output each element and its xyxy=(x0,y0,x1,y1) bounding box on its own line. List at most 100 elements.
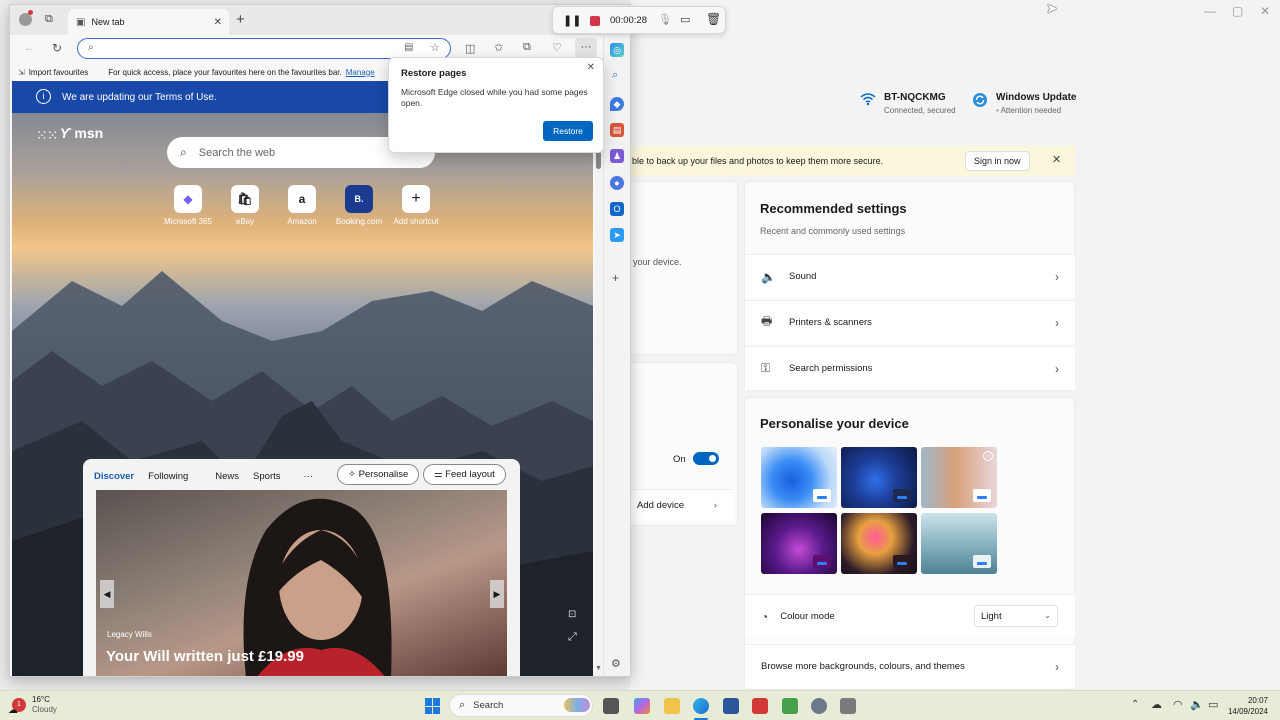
msn-logo[interactable]: ϒ msn xyxy=(60,125,103,141)
tab-actions-icon[interactable]: ⧉ xyxy=(45,13,53,26)
maximize-icon[interactable]: ▢ xyxy=(1232,4,1243,18)
favourite-star-icon[interactable]: ☆ xyxy=(430,41,440,54)
expand-icon[interactable]: ⤢ xyxy=(568,631,577,644)
onedrive-icon[interactable]: ☁ xyxy=(1151,698,1162,711)
theme-thumbnail-sunrise[interactable] xyxy=(921,513,997,574)
windows-update-status[interactable]: Windows Update • Attention needed xyxy=(972,92,1076,115)
screen-select-icon[interactable]: ▭ xyxy=(680,13,690,26)
tab-news[interactable]: News xyxy=(195,471,246,482)
stop-record-icon[interactable] xyxy=(590,16,600,26)
wifi-icon[interactable]: ◠ xyxy=(1173,698,1183,711)
weather-widget[interactable]: 1 ☁ 16°C Cloudy xyxy=(8,695,57,716)
delete-recording-icon[interactable]: 🗑 xyxy=(706,12,721,26)
favourites-icon[interactable]: ✩ xyxy=(494,41,503,54)
device-text-fragment: your device. xyxy=(633,257,682,267)
theme-thumbnail-windows-dark[interactable] xyxy=(841,447,917,508)
settings-gear-taskbar-icon[interactable] xyxy=(811,698,827,714)
add-sidebar-app-icon[interactable]: + xyxy=(612,271,619,285)
new-tab-plus-icon[interactable]: + xyxy=(236,11,245,28)
apps-grid-icon[interactable]: ⁙⁙ xyxy=(36,127,58,144)
collections-icon[interactable]: ⧉ xyxy=(523,41,531,54)
bluetooth-toggle[interactable] xyxy=(693,452,719,465)
minimize-icon[interactable]: — xyxy=(1204,4,1216,18)
recommended-item-sound[interactable]: 🔈 Sound › xyxy=(745,254,1075,298)
clock[interactable]: 20:07 14/09/2024 xyxy=(1218,696,1268,718)
split-screen-icon[interactable]: ◫ xyxy=(465,42,475,55)
reader-view-icon[interactable]: ▤ xyxy=(404,42,413,53)
colour-mode-dropdown[interactable]: Light ⌄ xyxy=(974,605,1058,627)
outlook-icon[interactable]: O xyxy=(610,202,624,216)
close-tab-icon[interactable]: ✕ xyxy=(214,17,222,28)
file-explorer-icon[interactable] xyxy=(664,698,680,714)
add-shortcut[interactable]: + Add shortcut xyxy=(386,185,446,226)
pause-icon[interactable]: ❚❚ xyxy=(563,14,581,27)
scroll-down-arrow-icon[interactable]: ▼ xyxy=(595,665,602,672)
theme-thumbnail-windows-light[interactable] xyxy=(761,447,837,508)
microsoft365-icon[interactable]: ● xyxy=(610,176,624,190)
sidebar-settings-gear-icon[interactable]: ⚙ xyxy=(611,657,621,670)
shortcut-amazon[interactable]: a Amazon xyxy=(272,185,332,226)
browser-essentials-icon[interactable]: ♡ xyxy=(552,41,562,54)
games-icon[interactable]: ♟ xyxy=(610,149,624,163)
battery-icon[interactable]: ▭ xyxy=(1208,698,1218,711)
tools-icon[interactable]: ▤ xyxy=(610,123,624,137)
show-hidden-icons-icon[interactable]: ⌃ xyxy=(1131,699,1139,710)
close-window-icon[interactable]: ✕ xyxy=(1260,4,1270,18)
profile-avatar[interactable] xyxy=(19,10,33,26)
add-device-row[interactable]: Add device › xyxy=(631,489,733,521)
browse-themes-row[interactable]: Browse more backgrounds, colours, and th… xyxy=(745,644,1075,688)
taskbar-search[interactable]: ⌕ Search xyxy=(449,694,593,717)
network-status[interactable]: BT-NQCKMG Connected, secured xyxy=(860,92,956,115)
personalise-button[interactable]: ✧ Personalise xyxy=(337,464,420,485)
banner-close-icon[interactable]: ✕ xyxy=(1052,153,1061,166)
snipping-tool-icon[interactable] xyxy=(752,698,768,714)
tab-sports[interactable]: Sports xyxy=(246,471,287,482)
search-highlight-icon xyxy=(564,698,590,712)
address-bar[interactable]: ⌕ ▤ ☆ xyxy=(77,38,451,59)
shopping-icon[interactable]: ◆ xyxy=(610,97,624,111)
booking-shortcut-icon: B. xyxy=(345,185,373,213)
tab-new-tab[interactable]: ▣ New tab ✕ xyxy=(68,9,229,35)
shortcut-ebay[interactable]: 🛍 eBay xyxy=(215,185,275,226)
tab-discover[interactable]: Discover xyxy=(94,471,141,482)
popup-title: Restore pages xyxy=(401,68,467,79)
feed-layout-button[interactable]: ⚌ Feed layout xyxy=(423,464,506,485)
recommended-item-printers[interactable]: 🖶 Printers & scanners › xyxy=(745,300,1075,344)
featured-article-card[interactable]: ◀ ▶ Legacy Wills Your Will written just … xyxy=(96,490,507,676)
volume-icon[interactable]: 🔈 xyxy=(1190,698,1204,711)
edge-taskbar-icon[interactable] xyxy=(693,698,709,714)
shortcut-booking[interactable]: B. Booking.com xyxy=(329,185,389,226)
copilot-taskbar-icon[interactable] xyxy=(634,698,650,714)
sidebar-search-icon[interactable]: ⌕ xyxy=(612,69,618,82)
image-info-icon[interactable]: ⊡ xyxy=(568,609,576,620)
shortcut-microsoft365[interactable]: ◆ Microsoft 365 xyxy=(158,185,218,226)
drop-icon[interactable]: ➤ xyxy=(610,228,624,242)
more-tabs-icon[interactable]: ··· xyxy=(288,471,321,482)
carousel-prev-icon[interactable]: ◀ xyxy=(100,580,114,608)
theme-thumbnail-captured[interactable] xyxy=(761,513,837,574)
task-view-icon[interactable] xyxy=(603,698,619,714)
theme-thumbnail-glow[interactable]: ○ xyxy=(921,447,997,508)
recommended-item-search-permissions[interactable]: ⚿ Search permissions › xyxy=(745,346,1075,390)
sign-in-button[interactable]: Sign in now xyxy=(965,151,1030,171)
page-scrollbar[interactable]: ▼ xyxy=(595,81,603,676)
screen-recorder-bar: ❚❚ 00:00:28 🎙 ▭ 🗑 xyxy=(552,6,726,34)
start-windows-icon[interactable] xyxy=(425,698,441,714)
store-icon[interactable] xyxy=(723,698,739,714)
app-icon[interactable] xyxy=(782,698,798,714)
personalise-card: Personalise your device ○ ◔ Colour mode … xyxy=(744,397,1075,690)
back-arrow-icon[interactable]: ← xyxy=(24,42,35,54)
import-favourites-link[interactable]: Import favourites xyxy=(29,68,89,77)
copilot-icon[interactable]: ◎ xyxy=(610,43,624,57)
carousel-next-icon[interactable]: ▶ xyxy=(490,580,504,608)
calculator-icon[interactable] xyxy=(840,698,856,714)
refresh-icon[interactable]: ↻ xyxy=(52,41,62,55)
theme-thumbnail-flow[interactable] xyxy=(841,513,917,574)
restore-button[interactable]: Restore xyxy=(543,121,593,141)
settings-more-icon[interactable]: ··· xyxy=(575,38,597,58)
scrollbar-thumb[interactable] xyxy=(596,151,601,169)
close-popup-icon[interactable]: ✕ xyxy=(587,62,595,73)
manage-favourites-link[interactable]: Manage xyxy=(346,68,375,77)
mic-muted-icon[interactable]: 🎙 xyxy=(658,13,672,26)
tab-following[interactable]: Following xyxy=(141,471,195,482)
